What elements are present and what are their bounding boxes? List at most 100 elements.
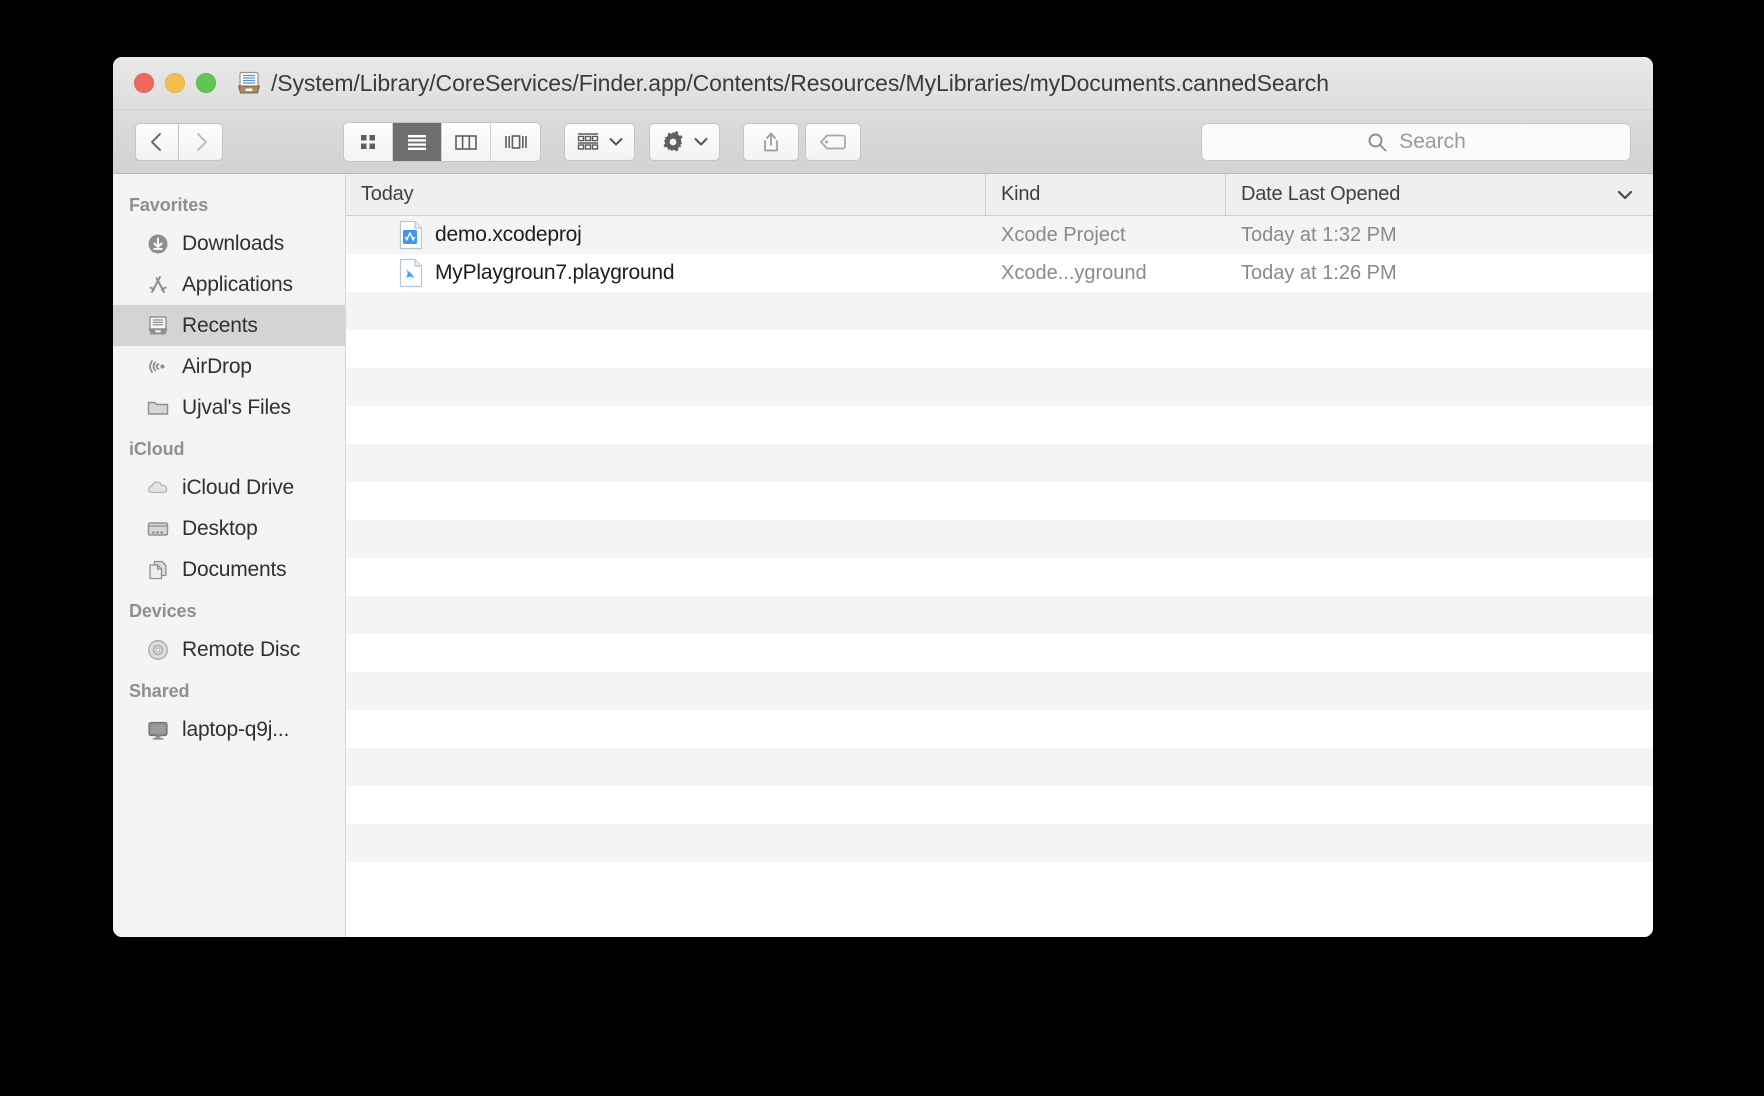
empty-row[interactable] xyxy=(346,292,1653,330)
sidebar-section-icloud-header: iCloud xyxy=(129,439,185,459)
empty-row[interactable] xyxy=(346,786,1653,824)
sidebar-item-applications-label: Applications xyxy=(182,272,293,296)
sidebar: Favorites Downloads Applications Recents… xyxy=(113,174,346,937)
sidebar-section-shared-header: Shared xyxy=(129,681,190,701)
search-input[interactable]: Search xyxy=(1201,122,1631,161)
sidebar-item-desktop[interactable]: Desktop xyxy=(113,508,345,549)
empty-row[interactable] xyxy=(346,368,1653,406)
desktop-background: /System/Library/CoreServices/Finder.app/… xyxy=(0,0,1764,1096)
grid-icon xyxy=(361,134,375,149)
forward-button[interactable] xyxy=(179,122,223,161)
empty-row[interactable] xyxy=(346,558,1653,596)
close-button[interactable] xyxy=(134,73,154,93)
traffic-light-group xyxy=(134,73,216,93)
action-button[interactable] xyxy=(649,122,720,161)
sidebar-item-remote-disc[interactable]: Remote Disc xyxy=(113,629,345,670)
window-title-group: /System/Library/CoreServices/Finder.app/… xyxy=(236,70,1329,97)
empty-row[interactable] xyxy=(346,710,1653,748)
empty-row[interactable] xyxy=(346,596,1653,634)
sidebar-item-desktop-label: Desktop xyxy=(182,516,258,540)
empty-row[interactable] xyxy=(346,824,1653,862)
gear-icon xyxy=(663,130,683,152)
empty-row[interactable] xyxy=(346,444,1653,482)
sidebar-item-downloads[interactable]: Downloads xyxy=(113,223,345,264)
sidebar-section-favorites-header: Favorites xyxy=(129,195,209,215)
xcode-project-icon xyxy=(398,220,424,250)
share-icon xyxy=(764,132,778,151)
arrange-grid-icon xyxy=(577,132,599,150)
sidebar-item-airdrop[interactable]: AirDrop xyxy=(113,346,345,387)
sidebar-item-airdrop-label: AirDrop xyxy=(182,354,252,378)
view-mode-group xyxy=(343,121,541,162)
tag-icon xyxy=(820,134,846,149)
arrange-button[interactable] xyxy=(564,122,635,161)
computer-icon xyxy=(145,717,171,743)
sidebar-item-remote-disc-label: Remote Disc xyxy=(182,637,300,661)
empty-row[interactable] xyxy=(346,520,1653,558)
downloads-icon xyxy=(145,231,171,257)
empty-row[interactable] xyxy=(346,672,1653,710)
gallery-icon xyxy=(504,134,527,149)
applications-icon xyxy=(145,272,171,298)
file-row-kind: Xcode...yground xyxy=(1001,261,1147,284)
column-header-name[interactable]: Today xyxy=(346,174,986,215)
swift-playground-icon xyxy=(398,258,424,288)
columns-icon xyxy=(455,134,477,150)
chevron-right-icon xyxy=(196,132,207,151)
sidebar-item-icloud-drive-label: iCloud Drive xyxy=(182,475,294,499)
chevron-down-icon xyxy=(1617,190,1633,199)
cloud-icon xyxy=(145,475,171,501)
file-row-name-cell: MyPlaygroun7.playground xyxy=(346,258,986,288)
folder-icon xyxy=(145,395,171,421)
column-header-date-label: Date Last Opened xyxy=(1241,183,1401,205)
empty-row[interactable] xyxy=(346,862,1653,900)
window-toolbar: Search xyxy=(113,110,1653,174)
window-titlebar[interactable]: /System/Library/CoreServices/Finder.app/… xyxy=(113,57,1653,110)
sidebar-item-documents[interactable]: Documents xyxy=(113,549,345,590)
file-row-kind: Xcode Project xyxy=(1001,223,1126,246)
column-header-name-label: Today xyxy=(361,183,414,205)
file-row-name: MyPlaygroun7.playground xyxy=(435,261,675,284)
file-list-rows: demo.xcodeproj Xcode Project Today at 1:… xyxy=(346,216,1653,937)
sidebar-item-laptop-label: laptop-q9j... xyxy=(182,717,290,741)
empty-row[interactable] xyxy=(346,748,1653,786)
chevron-left-icon xyxy=(151,132,161,151)
sidebar-item-downloads-label: Downloads xyxy=(182,231,285,255)
list-view-button[interactable] xyxy=(393,122,442,161)
disc-icon xyxy=(145,637,171,663)
column-view-button[interactable] xyxy=(442,122,491,161)
minimize-button[interactable] xyxy=(165,73,185,93)
search-placeholder-text: Search xyxy=(1399,129,1466,153)
table-row[interactable]: MyPlaygroun7.playground Xcode...yground … xyxy=(346,254,1653,292)
sidebar-item-recents[interactable]: Recents xyxy=(113,305,345,346)
sidebar-item-documents-label: Documents xyxy=(182,557,287,581)
sidebar-item-ujvals-files[interactable]: Ujval's Files xyxy=(113,387,345,428)
table-row[interactable]: demo.xcodeproj Xcode Project Today at 1:… xyxy=(346,216,1653,254)
window-content: Favorites Downloads Applications Recents… xyxy=(113,174,1653,937)
empty-row[interactable] xyxy=(346,482,1653,520)
sidebar-item-laptop[interactable]: laptop-q9j... xyxy=(113,709,345,750)
sidebar-item-recents-label: Recents xyxy=(182,313,258,337)
sidebar-item-applications[interactable]: Applications xyxy=(113,264,345,305)
tags-button[interactable] xyxy=(805,122,861,161)
file-list-header: Today Kind Date Last Opened xyxy=(346,174,1653,216)
file-row-name-cell: demo.xcodeproj xyxy=(346,220,986,250)
maximize-button[interactable] xyxy=(196,73,216,93)
share-button[interactable] xyxy=(743,122,799,161)
sidebar-item-ujvals-files-label: Ujval's Files xyxy=(182,395,291,419)
column-header-kind[interactable]: Kind xyxy=(986,174,1226,215)
column-header-kind-label: Kind xyxy=(1001,183,1041,205)
empty-row[interactable] xyxy=(346,634,1653,672)
search-icon xyxy=(1368,133,1387,151)
icon-view-button[interactable] xyxy=(344,122,393,161)
back-button[interactable] xyxy=(135,122,179,161)
recents-icon xyxy=(145,313,171,339)
sidebar-item-icloud-drive[interactable]: iCloud Drive xyxy=(113,467,345,508)
recents-box-icon xyxy=(236,70,262,96)
column-header-date[interactable]: Date Last Opened xyxy=(1226,174,1653,215)
gallery-view-button[interactable] xyxy=(491,123,540,161)
empty-row[interactable] xyxy=(346,330,1653,368)
empty-row[interactable] xyxy=(346,406,1653,444)
finder-window: /System/Library/CoreServices/Finder.app/… xyxy=(113,57,1653,937)
documents-icon xyxy=(145,557,171,583)
